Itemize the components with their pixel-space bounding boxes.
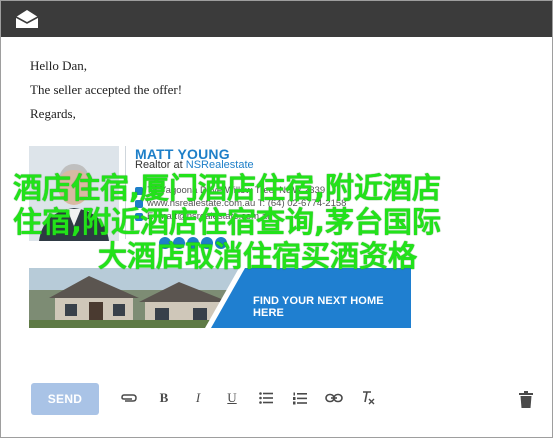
clear-formatting-icon[interactable] [358, 388, 378, 408]
signature-address: 74 Yagoona Drive Willow Tree, NSW 2339 [147, 185, 326, 196]
signature-role: Realtor at NSRealestate [135, 159, 254, 171]
signature-banner[interactable]: FIND YOUR NEXT HOME HERE [29, 268, 411, 328]
italic-button[interactable]: I [188, 388, 208, 408]
numbered-list-icon[interactable] [290, 388, 310, 408]
email-greeting: Hello Dan, [30, 58, 88, 73]
twitter-icon[interactable] [173, 237, 185, 249]
attach-icon[interactable] [119, 388, 139, 408]
signature-website-phone[interactable]: www.nsrealestate.com.au T: (64) 02-6774-… [147, 198, 346, 209]
trash-icon[interactable] [516, 389, 536, 409]
bold-button[interactable]: B [154, 388, 174, 408]
signature-email[interactable]: E: matt@nsrealestate.com.au [147, 211, 272, 222]
banner-cta[interactable]: FIND YOUR NEXT HOME HERE [253, 295, 411, 319]
instagram-icon[interactable] [201, 237, 213, 249]
facebook-icon[interactable] [159, 237, 171, 249]
bulleted-list-icon[interactable] [256, 388, 276, 408]
mail-icon [135, 213, 143, 221]
compose-header-bar [1, 1, 552, 37]
signature-company[interactable]: NSRealestate [186, 159, 254, 171]
underline-button[interactable]: U [222, 388, 242, 408]
signature-divider [125, 146, 126, 239]
web-icon [135, 200, 143, 208]
email-compose-window: Hello Dan, The seller accepted the offer… [0, 0, 553, 438]
linkedin-icon[interactable] [187, 237, 199, 249]
signature-avatar [29, 146, 119, 241]
email-closing: Regards, [30, 106, 76, 121]
link-icon[interactable] [324, 388, 344, 408]
signature-role-prefix: Realtor at [135, 159, 186, 171]
youtube-icon[interactable] [215, 237, 227, 249]
location-icon [135, 187, 143, 195]
compose-toolbar: SEND B I U [1, 377, 552, 421]
send-button[interactable]: SEND [31, 383, 99, 415]
envelope-icon [15, 10, 39, 28]
email-message: The seller accepted the offer! [30, 82, 183, 97]
